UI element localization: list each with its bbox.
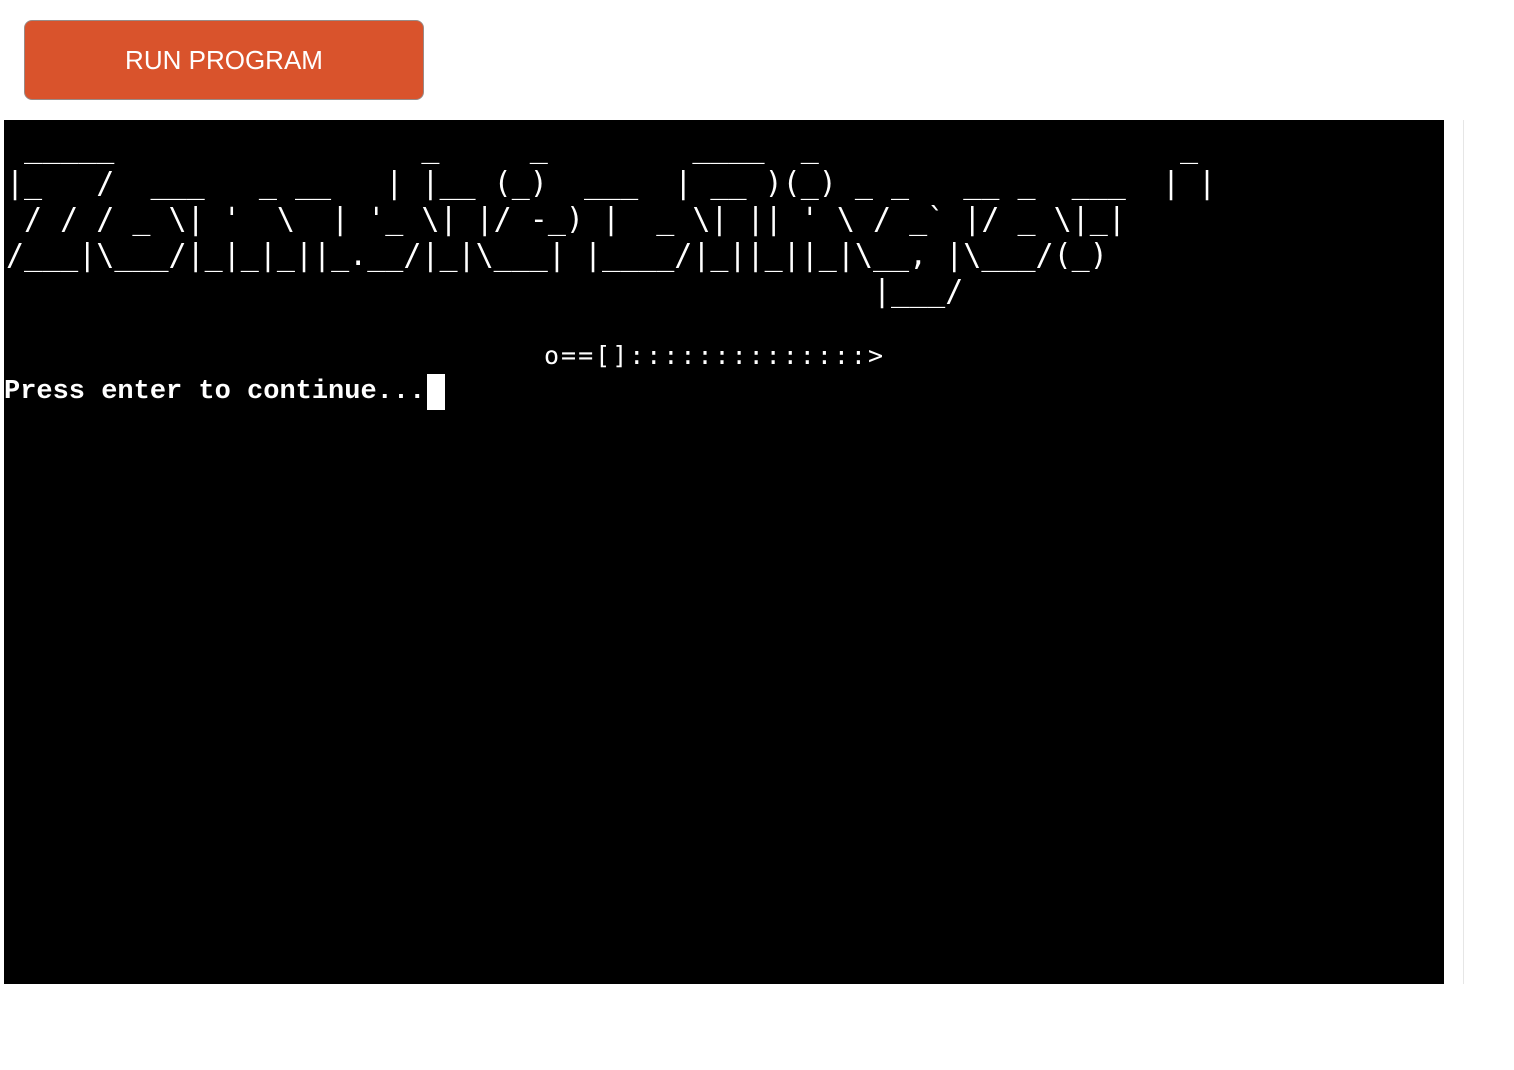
- prompt-line: Press enter to continue...: [4, 374, 446, 410]
- terminal[interactable]: _____ _ _ ____ _ _ |_ / ___ _ __ | |__ (…: [4, 120, 1444, 984]
- text-cursor: [427, 374, 446, 410]
- run-program-button[interactable]: RUN PROGRAM: [24, 20, 424, 100]
- ascii-title-banner: _____ _ _ ____ _ _ |_ / ___ _ __ | |__ (…: [6, 130, 1217, 309]
- terminal-scrollbar[interactable]: [1444, 120, 1464, 984]
- continue-prompt: Press enter to continue...: [4, 377, 426, 407]
- ascii-sword: o==[]::::::::::::::>: [544, 341, 886, 370]
